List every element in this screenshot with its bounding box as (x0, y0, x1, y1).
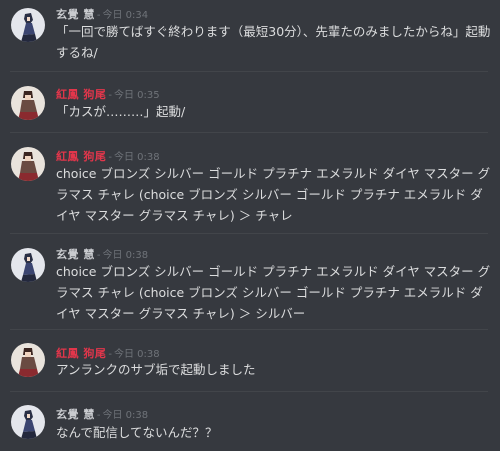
message-text: choice ブロンズ シルバー ゴールド プラチナ エメラルド ダイヤ マスタ… (56, 264, 491, 321)
username[interactable]: 玄覺 慧 (56, 248, 95, 261)
message-header: 紅鳳 狗尾 - 今日 0:38 (56, 345, 160, 360)
separator: - (96, 410, 101, 421)
avatar-genkaku-icon[interactable] (11, 8, 45, 42)
message-divider (10, 391, 488, 392)
message-divider (10, 132, 488, 133)
separator: - (108, 90, 112, 101)
timestamp: 今日 0:38 (102, 410, 149, 421)
message-header: 玄覺 慧 - 今日 0:34 (56, 6, 149, 21)
username[interactable]: 紅鳳 狗尾 (56, 88, 106, 101)
timestamp: 今日 0:34 (102, 10, 149, 21)
message-divider (10, 329, 488, 330)
message-text: なんで配信してないんだ？？ (56, 425, 218, 440)
message-header: 玄覺 慧 - 今日 0:38 (56, 246, 149, 261)
username[interactable]: 玄覺 慧 (56, 408, 95, 421)
timestamp: 今日 0:38 (102, 250, 149, 261)
message-header: 紅鳳 狗尾 - 今日 0:38 (56, 148, 160, 163)
separator: - (96, 10, 101, 21)
separator: - (96, 250, 101, 261)
avatar-genkaku-icon[interactable] (11, 405, 45, 439)
avatar-kouhou-icon[interactable] (11, 147, 45, 181)
message-divider (10, 71, 488, 72)
message-text: choice ブロンズ シルバー ゴールド プラチナ エメラルド ダイヤ マスタ… (56, 166, 491, 223)
message-text: 「カスが………」起動/ (56, 104, 186, 119)
message-text: 「一回で勝てばすぐ終わります（最短30分）、先輩たのみましたからね」起動するね/ (56, 24, 491, 60)
timestamp: 今日 0:35 (113, 90, 160, 101)
message-header: 玄覺 慧 - 今日 0:38 (56, 406, 149, 421)
message-text: アンランクのサブ垢で起動しました (56, 362, 256, 377)
timestamp: 今日 0:38 (113, 152, 160, 163)
message-header: 紅鳳 狗尾 - 今日 0:35 (56, 86, 160, 101)
avatar-kouhou-icon[interactable] (11, 343, 45, 377)
username[interactable]: 紅鳳 狗尾 (56, 150, 106, 163)
avatar-genkaku-icon[interactable] (11, 248, 45, 282)
chat-log: 玄覺 慧 - 今日 0:34 「一回で勝てばすぐ終わります（最短30分）、先輩たのみ… (0, 0, 500, 451)
avatar-kouhou-icon[interactable] (11, 86, 45, 120)
message-divider (10, 233, 488, 234)
separator: - (108, 152, 112, 163)
username[interactable]: 玄覺 慧 (56, 8, 95, 21)
